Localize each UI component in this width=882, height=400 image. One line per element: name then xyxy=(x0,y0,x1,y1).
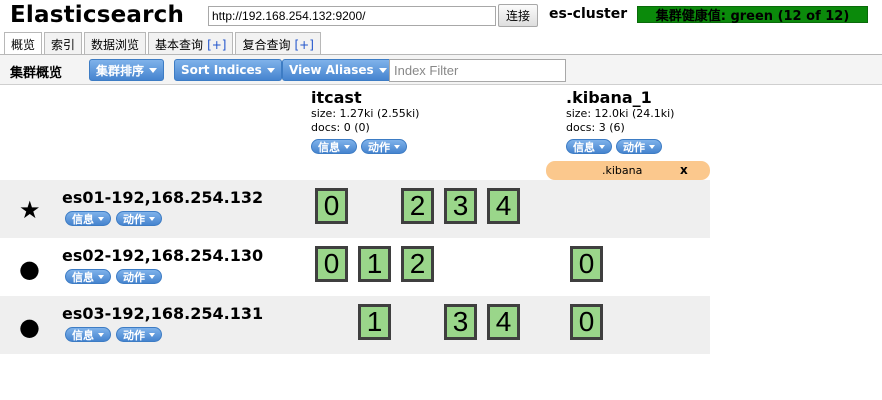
index-filter-input[interactable] xyxy=(389,59,566,82)
button-label: 动作 xyxy=(123,212,145,226)
remove-alias-button[interactable]: x xyxy=(680,163,688,177)
caret-down-icon xyxy=(378,67,387,73)
shard-itcast[interactable]: 0 xyxy=(315,246,348,282)
button-label: Sort Indices xyxy=(181,63,262,77)
index-name: .kibana_1 xyxy=(566,88,652,107)
caret-down-icon xyxy=(394,144,400,149)
caret-down-icon xyxy=(149,67,158,73)
shard-itcast[interactable]: 4 xyxy=(487,188,520,224)
url-input[interactable] xyxy=(208,6,496,26)
node-action-button[interactable]: 动作 xyxy=(116,269,162,284)
tab-compound-query[interactable]: 复合查询 [+] xyxy=(235,32,321,54)
sort-cluster-button[interactable]: 集群排序 xyxy=(89,59,165,81)
button-label: 动作 xyxy=(623,140,645,154)
button-label: 信息 xyxy=(573,140,595,154)
tab-label: 概览 xyxy=(11,38,36,52)
index-size: size: 12.0ki (24.1ki) xyxy=(566,107,675,120)
index-action-button[interactable]: 动作 xyxy=(616,139,662,154)
node-info-button[interactable]: 信息 xyxy=(65,211,111,226)
tab-browser[interactable]: 数据浏览 xyxy=(84,32,147,54)
index-name: itcast xyxy=(311,88,362,107)
button-label: 信息 xyxy=(72,212,94,226)
caret-down-icon xyxy=(149,274,155,279)
button-label: 动作 xyxy=(123,328,145,342)
overview-toolbar: 集群概览 集群排序 Sort Indices View Aliases xyxy=(0,55,882,85)
index-info-button[interactable]: 信息 xyxy=(566,139,612,154)
shard-itcast[interactable]: 2 xyxy=(401,246,434,282)
caret-down-icon xyxy=(599,144,605,149)
tab-overview[interactable]: 概览 xyxy=(4,32,43,55)
node-row-es03: ● es03-192,168.254.131 信息 动作 1 3 4 0 xyxy=(0,296,710,354)
shard-kibana[interactable]: 0 xyxy=(570,246,603,282)
tab-label: 数据浏览 xyxy=(91,38,140,52)
cluster-health-badge: 集群健康值: green (12 of 12) xyxy=(637,6,868,24)
node-action-button[interactable]: 动作 xyxy=(116,327,162,342)
button-label: 信息 xyxy=(318,140,340,154)
button-label: 信息 xyxy=(72,270,94,284)
node-row-es02: ● es02-192,168.254.130 信息 动作 0 1 2 0 xyxy=(0,238,710,296)
index-info-button[interactable]: 信息 xyxy=(311,139,357,154)
tab-label: 索引 xyxy=(51,38,76,52)
shard-itcast[interactable]: 3 xyxy=(444,188,477,224)
index-header-kibana: .kibana_1 size: 12.0ki (24.1ki) docs: 3 … xyxy=(566,89,674,154)
add-tab-link[interactable]: [+] xyxy=(295,38,314,52)
caret-down-icon xyxy=(98,332,104,337)
alias-name: .kibana xyxy=(602,164,643,177)
shard-itcast[interactable]: 0 xyxy=(315,188,348,224)
shard-itcast[interactable]: 3 xyxy=(444,304,477,340)
circle-icon: ● xyxy=(19,255,40,283)
node-name: es01-192,168.254.132 xyxy=(62,188,264,207)
shard-itcast[interactable]: 1 xyxy=(358,246,391,282)
node-action-button[interactable]: 动作 xyxy=(116,211,162,226)
index-docs: docs: 3 (6) xyxy=(566,121,625,134)
button-label: View Aliases xyxy=(289,63,374,77)
caret-down-icon xyxy=(266,67,275,73)
app-title: Elasticsearch xyxy=(10,2,185,28)
button-label: 集群排序 xyxy=(96,63,145,78)
button-label: 动作 xyxy=(368,140,390,154)
shard-kibana[interactable]: 0 xyxy=(570,304,603,340)
index-docs: docs: 0 (0) xyxy=(311,121,370,134)
caret-down-icon xyxy=(149,216,155,221)
caret-down-icon xyxy=(98,216,104,221)
node-info-button[interactable]: 信息 xyxy=(65,327,111,342)
node-row-es01: ★ es01-192,168.254.132 信息 动作 0 2 3 4 xyxy=(0,180,710,238)
caret-down-icon xyxy=(649,144,655,149)
add-tab-link[interactable]: [+] xyxy=(207,38,226,52)
tab-label: 基本查询 xyxy=(155,38,204,52)
button-label: 信息 xyxy=(72,328,94,342)
button-label: 动作 xyxy=(123,270,145,284)
view-aliases-button[interactable]: View Aliases xyxy=(282,59,394,81)
tab-basic-query[interactable]: 基本查询 [+] xyxy=(148,32,234,54)
index-action-button[interactable]: 动作 xyxy=(361,139,407,154)
caret-down-icon xyxy=(149,332,155,337)
tab-indices[interactable]: 索引 xyxy=(44,32,83,54)
shard-itcast[interactable]: 1 xyxy=(358,304,391,340)
index-header-itcast: itcast size: 1.27ki (2.55ki) docs: 0 (0)… xyxy=(311,89,419,154)
connect-button[interactable]: 连接 xyxy=(498,4,538,27)
shard-itcast[interactable]: 2 xyxy=(401,188,434,224)
star-icon: ★ xyxy=(19,196,41,224)
node-name: es02-192,168.254.130 xyxy=(62,246,264,265)
cluster-name: es-cluster xyxy=(549,6,628,22)
tab-label: 复合查询 xyxy=(242,38,291,52)
tab-bar: 概览 索引 数据浏览 基本查询 [+] 复合查询 [+] xyxy=(4,32,321,55)
sort-indices-button[interactable]: Sort Indices xyxy=(174,59,282,81)
shard-itcast[interactable]: 4 xyxy=(487,304,520,340)
circle-icon: ● xyxy=(19,313,40,341)
alias-kibana: .kibana x xyxy=(546,161,710,180)
toolbar-title: 集群概览 xyxy=(10,66,63,81)
caret-down-icon xyxy=(98,274,104,279)
caret-down-icon xyxy=(344,144,350,149)
node-name: es03-192,168.254.131 xyxy=(62,304,264,323)
node-info-button[interactable]: 信息 xyxy=(65,269,111,284)
index-size: size: 1.27ki (2.55ki) xyxy=(311,107,420,120)
